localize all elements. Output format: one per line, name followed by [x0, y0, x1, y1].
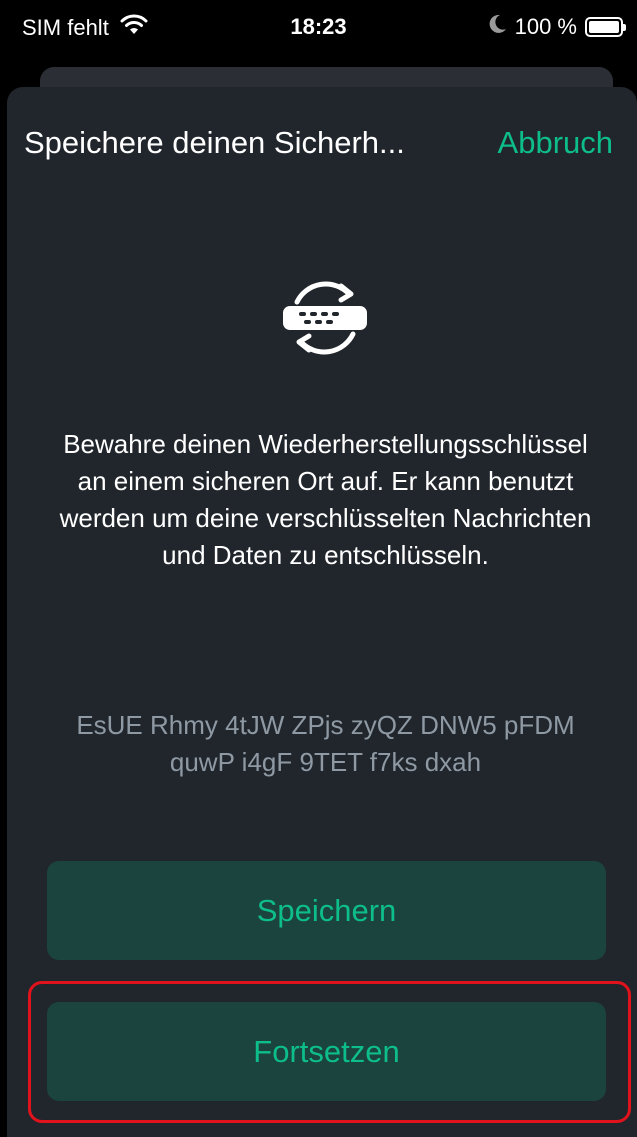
key-backup-icon: [279, 272, 371, 364]
description-text: Bewahre deinen Wiederherstellungsschlüss…: [59, 429, 592, 570]
save-button[interactable]: Speichern: [47, 861, 606, 960]
screen: SIM fehlt 18:23 100 % Speichere deinen S…: [0, 0, 637, 1137]
cancel-button[interactable]: Abbruch: [498, 125, 613, 161]
moon-icon: [489, 14, 507, 40]
key-backup-sheet: Speichere deinen Sicherh... Abbruch Bewa…: [7, 87, 637, 1137]
recovery-key-text: EsUE Rhmy 4tJW ZPjs zyQZ DNW5 pFDM quwP …: [76, 710, 575, 777]
continue-button[interactable]: Fortsetzen: [47, 1002, 606, 1101]
battery-percent: 100 %: [514, 14, 577, 39]
status-right: 100 %: [489, 14, 626, 40]
sheet-title: Speichere deinen Sicherh...: [24, 125, 405, 160]
status-bar: SIM fehlt 18:23 100 %: [0, 0, 637, 58]
battery-icon: [585, 17, 626, 37]
